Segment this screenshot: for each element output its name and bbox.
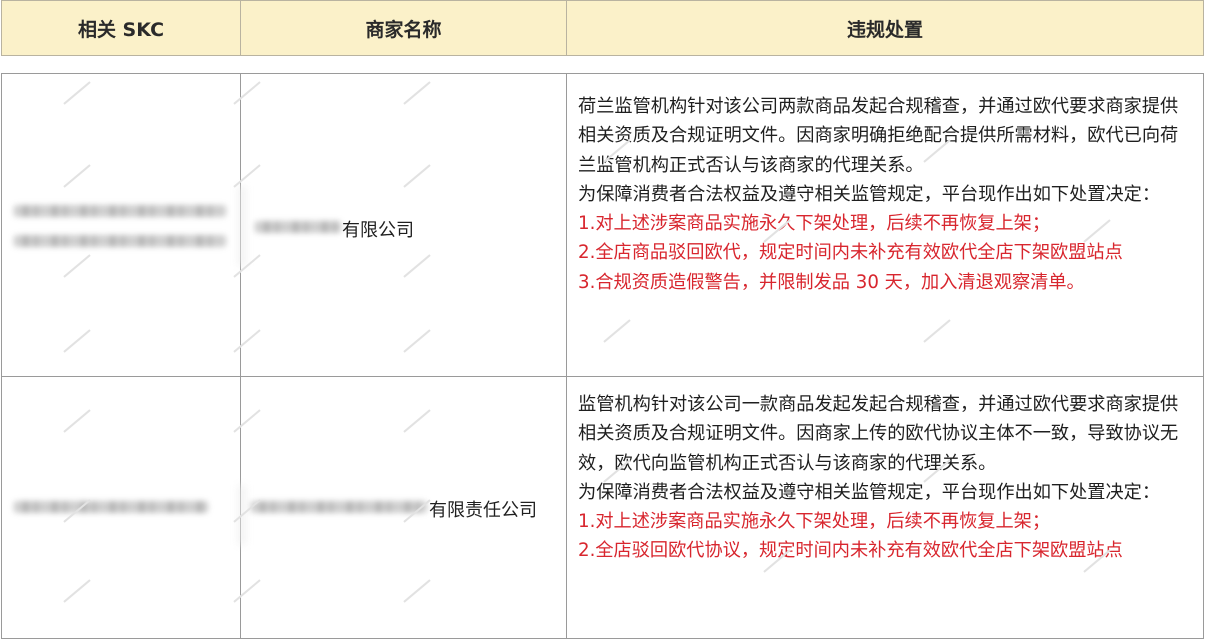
skc-cell [2,377,240,638]
action-description: 荷兰监管机构针对该公司两款商品发起合规稽查，并通过欧代要求商家提供相关资质及合规… [578,92,1189,297]
redacted-skc-line-2 [14,235,226,247]
decision-intro: 为保障消费者合法权益及遵守相关监管规定，平台现作出如下处置决定： [578,481,1161,503]
redacted-skc-line-1 [14,501,208,513]
header-violation-action: 违规处置 [566,1,1203,55]
redacted-edge [239,485,245,545]
action-cell: 监管机构针对该公司一款商品发起发起合规稽查，并通过欧代要求商家提供相关资质及合规… [566,377,1203,638]
redacted-merchant-name [255,221,341,233]
redacted-skc-line-1 [14,205,226,217]
header-skc: 相关 SKC [77,18,165,41]
table-row: 有限公司 荷兰监管机构针对该公司两款商品发起合规稽查，并通过欧代要求商家提供相关… [2,74,1203,376]
table-row: 有限责任公司 监管机构针对该公司一款商品发起发起合规稽查，并通过欧代要求商家提供… [2,376,1203,638]
action-item: 2.全店驳回欧代协议，规定时间内未补充有效欧代全店下架欧盟站点 [578,540,1123,562]
description-paragraph: 监管机构针对该公司一款商品发起发起合规稽查，并通过欧代要求商家提供相关资质及合规… [578,394,1179,474]
action-item: 3.合规资质造假警告，并限制发品 30 天，加入清退观察清单。 [578,271,1085,293]
merchant-name-suffix: 有限公司 [342,220,414,241]
action-cell: 荷兰监管机构针对该公司两款商品发起合规稽查，并通过欧代要求商家提供相关资质及合规… [566,74,1203,376]
merchant-cell: 有限责任公司 [239,377,566,638]
decision-intro: 为保障消费者合法权益及遵守相关监管规定，平台现作出如下处置决定： [578,183,1161,205]
action-item: 1.对上述涉案商品实施永久下架处理，后续不再恢复上架； [578,511,1051,533]
action-description: 监管机构针对该公司一款商品发起发起合规稽查，并通过欧代要求商家提供相关资质及合规… [578,390,1189,566]
skc-cell [2,74,240,376]
violations-table: 有限公司 荷兰监管机构针对该公司两款商品发起合规稽查，并通过欧代要求商家提供相关… [1,73,1204,639]
action-item: 1.对上述涉案商品实施永久下架处理，后续不再恢复上架； [578,213,1051,235]
redacted-merchant-name [251,501,427,513]
table-header: 相关 SKC 商家名称 违规处置 [1,0,1204,56]
header-merchant-name: 商家名称 [240,1,566,55]
description-paragraph: 荷兰监管机构针对该公司两款商品发起合规稽查，并通过欧代要求商家提供相关资质及合规… [578,96,1179,176]
redacted-edge [239,186,245,266]
merchant-name-suffix: 有限责任公司 [429,500,537,521]
merchant-cell: 有限公司 [239,74,566,376]
action-item: 2.全店商品驳回欧代，规定时间内未补充有效欧代全店下架欧盟站点 [578,242,1123,264]
